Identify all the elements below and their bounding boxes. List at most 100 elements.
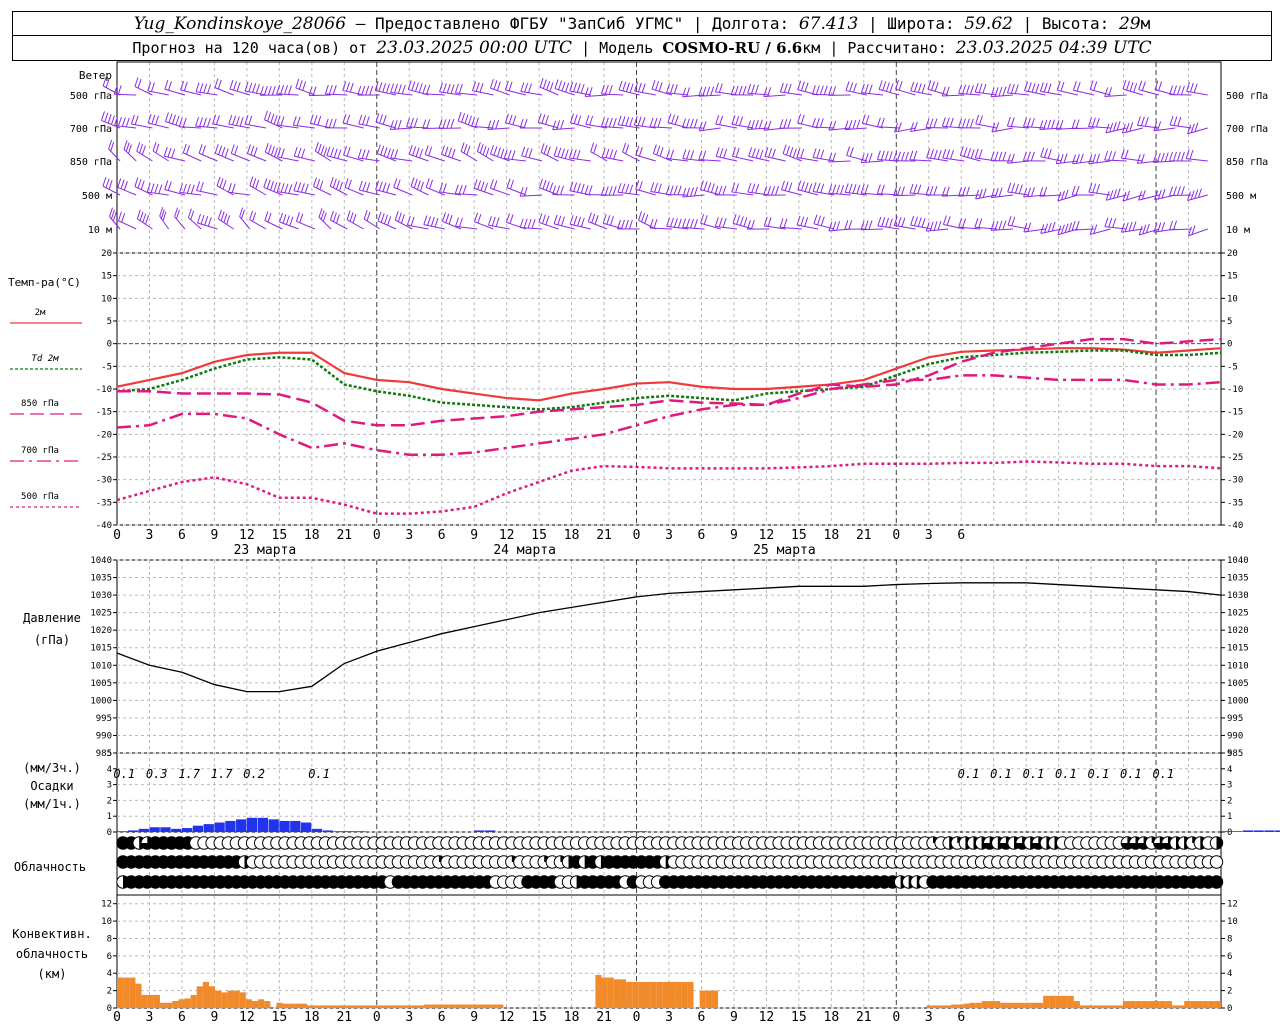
wind-barb-feather <box>682 87 687 97</box>
wind-barb-feather <box>467 115 472 125</box>
wind-barb-feather <box>428 146 433 156</box>
wind-barb-feather <box>941 117 946 127</box>
wind-barb-feather <box>1026 151 1031 161</box>
wind-barb-feather <box>332 212 337 222</box>
time-tick-label-bottom: 0 <box>373 1010 381 1024</box>
wind-barb-feather <box>963 147 968 157</box>
wind-barb-feather <box>693 118 698 129</box>
temperature-tick-label-left: -20 <box>96 430 112 440</box>
wind-barb-feather <box>1043 82 1048 93</box>
convective-bar <box>123 977 130 1008</box>
precipitation-tick-label-right: 0 <box>1227 828 1232 838</box>
wind-barb-feather <box>271 85 276 96</box>
wind-barb-feather <box>108 180 113 190</box>
wind-barb-feather <box>255 84 260 94</box>
wind-barb-feather <box>710 183 715 193</box>
convective-bar <box>1055 995 1062 1008</box>
time-tick-label: 9 <box>210 528 218 543</box>
wind-barb <box>991 127 1014 133</box>
wind-barb-feather <box>580 183 585 194</box>
wind-barb-feather <box>506 178 511 188</box>
wind-barb-feather <box>216 176 221 186</box>
precip-bar <box>290 820 301 832</box>
wind-barb-feather <box>585 115 590 125</box>
precipitation-tick-label-right: 2 <box>1227 796 1232 806</box>
wind-barb-feather <box>1092 183 1097 193</box>
wind-barb-feather <box>796 215 801 226</box>
wind-barb <box>196 189 218 196</box>
wind-barb-feather <box>1124 222 1129 232</box>
wind-barb-feather <box>167 147 172 158</box>
convective-bar <box>393 1005 400 1008</box>
time-tick-label: 12 <box>759 528 775 543</box>
temperature-tick-label-right: 0 <box>1227 340 1232 350</box>
pressure-tick-label-right: 1040 <box>1227 556 1249 566</box>
wind-barb-feather <box>524 147 529 157</box>
wind-barb-feather <box>693 219 698 229</box>
wind-barb-feather <box>101 111 105 121</box>
wind-barb-feather <box>134 177 139 187</box>
wind-barb-feather <box>1141 81 1146 91</box>
convective-bar <box>362 1005 369 1008</box>
precip-bar <box>485 830 496 832</box>
wind-barb-feather <box>313 115 318 125</box>
convective-bar <box>1196 1001 1203 1008</box>
precipitation-axis-label: Осадки <box>30 779 73 793</box>
wind-barb <box>247 153 267 162</box>
wind-barb-feather <box>942 215 947 225</box>
wind-barb-feather <box>1091 117 1096 127</box>
precipitation-tick-label-right: 5 <box>1227 749 1232 759</box>
wind-barb-feather <box>816 182 821 193</box>
convective-bar <box>1024 1002 1031 1008</box>
time-tick-label: 15 <box>531 528 547 543</box>
wind-level-label-left: 500 м <box>82 191 112 202</box>
wind-barb-feather <box>1072 81 1077 91</box>
convective-bar <box>472 1004 479 1008</box>
wind-barb-feather <box>462 184 467 195</box>
wind-barb-feather <box>1173 116 1178 126</box>
wind-barb-feather <box>229 79 234 90</box>
time-tick-label: 21 <box>596 528 612 543</box>
convective-bar <box>1141 1001 1148 1008</box>
wind-barb-feather <box>228 114 233 125</box>
wind-barb-feather <box>1031 187 1035 197</box>
wind-barb-feather <box>284 183 289 194</box>
pressure-tick-label-left: 1010 <box>90 661 112 671</box>
wind-barb-feather <box>187 208 192 218</box>
wind-barb-feather <box>313 177 317 187</box>
precipitation-tick-label-left: 3 <box>107 781 112 791</box>
wind-barb-feather <box>1157 222 1162 232</box>
convective-bar <box>423 1004 430 1008</box>
time-tick-label: 3 <box>405 528 413 543</box>
wind-barb <box>1187 127 1208 135</box>
convective-bar <box>945 1005 952 1008</box>
convective-bar <box>1086 1005 1093 1008</box>
wind-barb-feather <box>147 113 152 124</box>
wind-barb-feather <box>657 183 662 193</box>
wind-barb-feather <box>1140 153 1145 164</box>
wind-barb-feather <box>223 213 228 223</box>
wind-barb-feather <box>674 115 679 125</box>
convective-tick-label-right: 12 <box>1227 900 1238 910</box>
wind-barb-feather <box>917 184 922 194</box>
wind-barb-feather <box>885 217 890 228</box>
wind-barb-feather <box>558 80 563 90</box>
wind-barb-feather <box>901 217 906 227</box>
wind-barb-feather <box>328 84 333 95</box>
wind-barb-feather <box>155 143 160 154</box>
wind-barb-feather <box>201 145 206 155</box>
time-tick-label: 15 <box>791 528 807 543</box>
wind-barb-feather <box>813 214 818 224</box>
wind-barb-feather <box>282 214 287 224</box>
wind-barb-feather <box>479 143 484 154</box>
wind-barb-feather <box>962 84 967 94</box>
wind-barb-feather <box>621 219 625 230</box>
wind-barb-feather <box>817 215 822 225</box>
wind-barb-feather <box>931 81 936 91</box>
wind-barb-feather <box>495 217 500 227</box>
wind-barb-feather <box>255 179 260 190</box>
wind-barb-feather <box>390 83 395 93</box>
precip-bar <box>127 830 139 832</box>
wind-barb-feather <box>464 114 469 124</box>
wind-barb-feather <box>800 114 805 125</box>
